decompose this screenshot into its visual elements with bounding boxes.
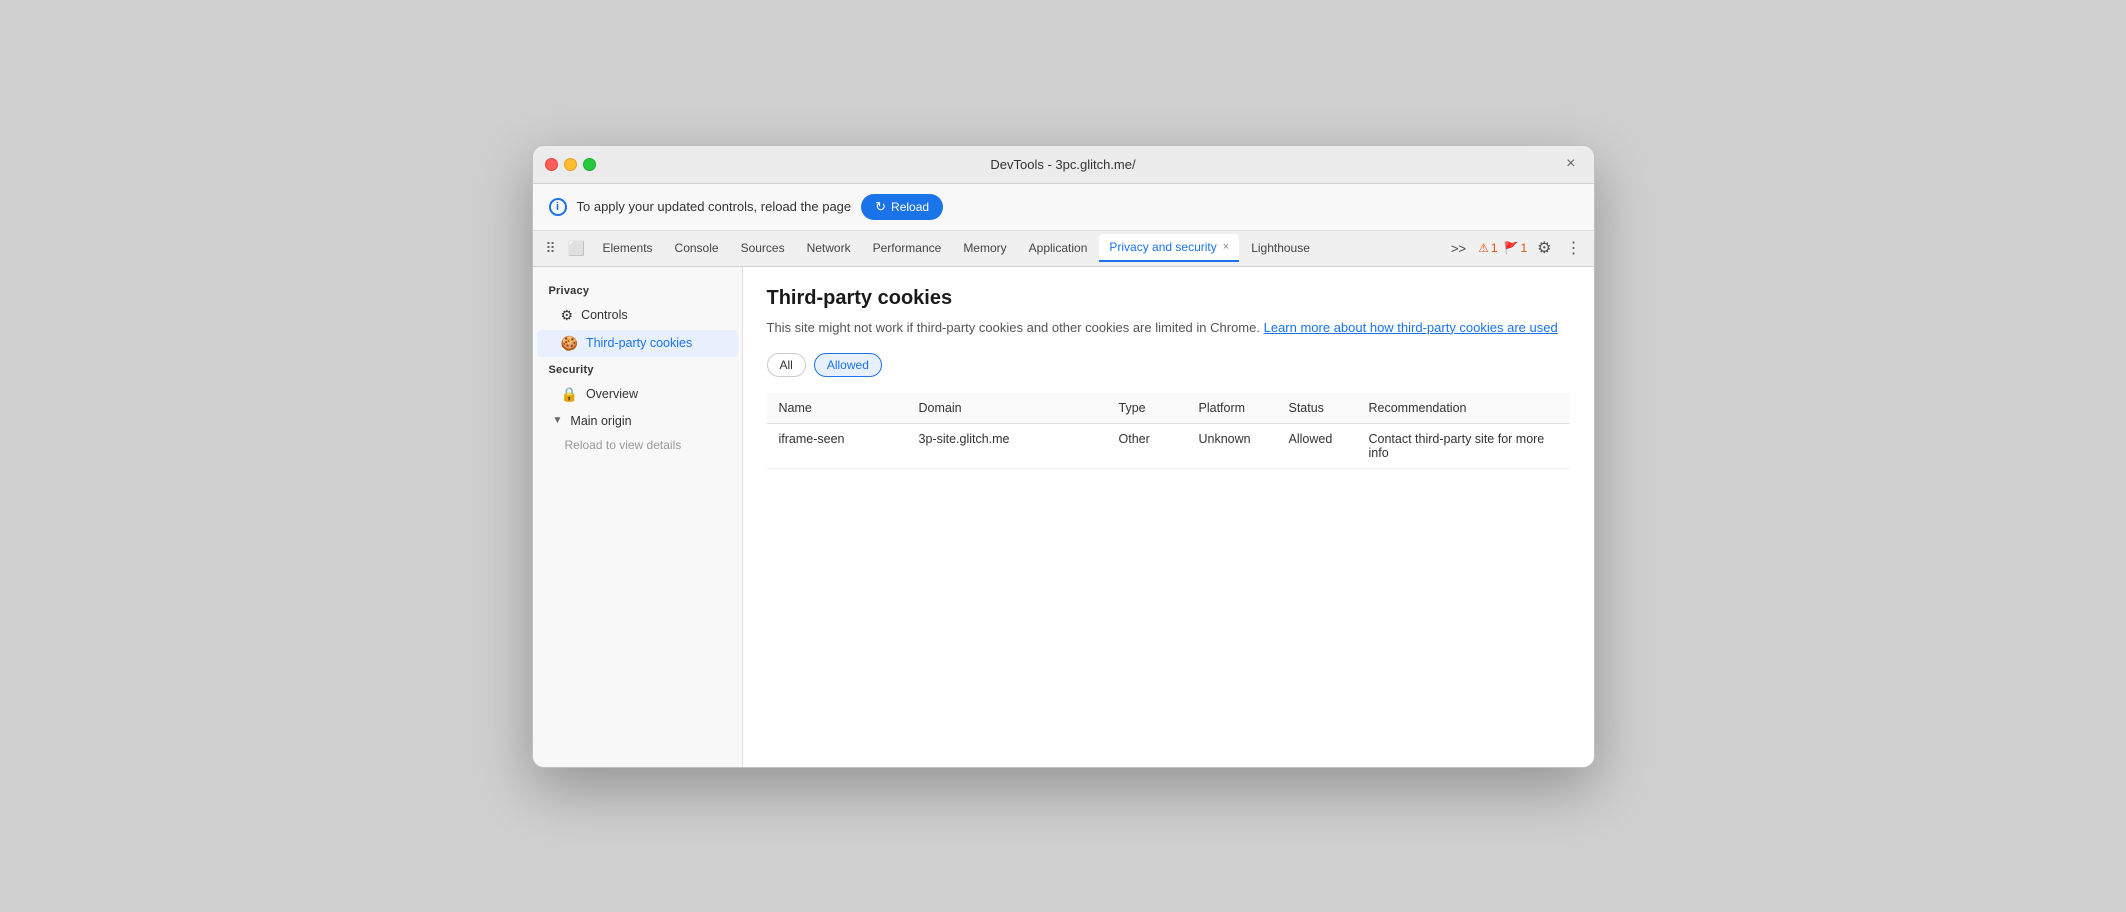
col-header-type: Type [1107, 393, 1187, 424]
privacy-section-title: Privacy [533, 279, 742, 301]
main-content: Third-party cookies This site might not … [743, 267, 1594, 767]
maximize-button[interactable] [583, 158, 596, 171]
content-area: Privacy ⚙ Controls 🍪 Third-party cookies… [533, 267, 1594, 767]
devtools-toggle-icon[interactable]: ⬜ [567, 238, 587, 258]
security-section-title: Security [533, 358, 742, 380]
filter-all-button[interactable]: All [767, 353, 806, 377]
tab-application[interactable]: Application [1019, 235, 1098, 261]
description-text: This site might not work if third-party … [767, 320, 1260, 335]
reload-arrow-icon: ↻ [875, 199, 886, 215]
sidebar-item-main-origin[interactable]: ▼ Main origin [537, 409, 738, 433]
learn-more-link[interactable]: Learn more about how third-party cookies… [1264, 320, 1558, 335]
warning-count: 1 [1491, 241, 1498, 255]
lock-icon: 🔒 [561, 386, 578, 403]
sidebar-item-third-party-cookies[interactable]: 🍪 Third-party cookies [537, 330, 738, 357]
sidebar: Privacy ⚙ Controls 🍪 Third-party cookies… [533, 267, 743, 767]
table-header-row: Name Domain Type Platform Status [767, 393, 1570, 424]
more-options-icon[interactable]: ⋮ [1562, 236, 1586, 260]
warning-badge: ⚠ 1 [1478, 241, 1497, 255]
close-button[interactable] [545, 158, 558, 171]
filter-allowed-button[interactable]: Allowed [814, 353, 882, 377]
cookies-table: Name Domain Type Platform Status [767, 393, 1570, 469]
filter-buttons: All Allowed [767, 353, 1570, 377]
tabs-right-controls: >> ⚠ 1 🚩 1 ⚙ ⋮ [1445, 236, 1586, 260]
cell-platform: Unknown [1187, 424, 1277, 469]
devtools-window: DevTools - 3pc.glitch.me/ × i To apply y… [532, 145, 1595, 768]
reload-banner: i To apply your updated controls, reload… [533, 184, 1594, 231]
tab-close-icon[interactable]: × [1223, 241, 1229, 253]
devtools-select-icon[interactable]: ⠿ [541, 238, 561, 258]
sidebar-item-overview[interactable]: 🔒 Overview [537, 381, 738, 408]
sidebar-controls-label: Controls [581, 308, 628, 322]
sidebar-reload-details: Reload to view details [533, 434, 742, 456]
reload-label: Reload [891, 200, 929, 214]
tab-performance[interactable]: Performance [863, 235, 952, 261]
table-row[interactable]: iframe-seen3p-site.glitch.meOtherUnknown… [767, 424, 1570, 469]
tab-sources[interactable]: Sources [731, 235, 795, 261]
col-header-status: Status [1277, 393, 1357, 424]
cell-type: Other [1107, 424, 1187, 469]
cookies-icon: 🍪 [561, 335, 578, 352]
cell-name: iframe-seen [767, 424, 907, 469]
expand-arrow-icon: ▼ [553, 415, 563, 426]
more-tabs-button[interactable]: >> [1445, 239, 1472, 258]
tab-console[interactable]: Console [665, 235, 729, 261]
tabs-bar: ⠿ ⬜ Elements Console Sources Network Per… [533, 231, 1594, 267]
page-description: This site might not work if third-party … [767, 318, 1570, 338]
page-title: Third-party cookies [767, 287, 1570, 310]
settings-icon[interactable]: ⚙ [1533, 236, 1555, 260]
banner-message: To apply your updated controls, reload t… [577, 199, 852, 214]
col-header-domain: Domain [907, 393, 1107, 424]
cell-recommendation: Contact third-party site for more info [1357, 424, 1570, 469]
cell-status: Allowed [1277, 424, 1357, 469]
minimize-button[interactable] [564, 158, 577, 171]
cell-domain: 3p-site.glitch.me [907, 424, 1107, 469]
flag-badge: 🚩 1 [1504, 241, 1528, 255]
sidebar-overview-label: Overview [586, 387, 638, 401]
tab-elements[interactable]: Elements [593, 235, 663, 261]
controls-icon: ⚙ [561, 307, 574, 324]
flag-count: 1 [1520, 241, 1527, 255]
info-icon: i [549, 198, 567, 216]
tab-network[interactable]: Network [797, 235, 861, 261]
tab-memory[interactable]: Memory [953, 235, 1016, 261]
sidebar-main-origin-label: Main origin [570, 414, 631, 428]
tab-lighthouse[interactable]: Lighthouse [1241, 235, 1320, 261]
col-header-name: Name [767, 393, 907, 424]
col-header-platform: Platform [1187, 393, 1277, 424]
sidebar-item-controls[interactable]: ⚙ Controls [537, 302, 738, 329]
titlebar: DevTools - 3pc.glitch.me/ × [533, 146, 1594, 184]
window-title: DevTools - 3pc.glitch.me/ [990, 157, 1135, 172]
tab-privacy[interactable]: Privacy and security × [1099, 234, 1239, 262]
col-header-recommendation: Recommendation [1357, 393, 1570, 424]
traffic-lights [545, 158, 596, 171]
reload-button[interactable]: ↻ Reload [861, 194, 943, 220]
window-close-icon[interactable]: × [1560, 153, 1581, 175]
sidebar-cookies-label: Third-party cookies [586, 336, 692, 350]
